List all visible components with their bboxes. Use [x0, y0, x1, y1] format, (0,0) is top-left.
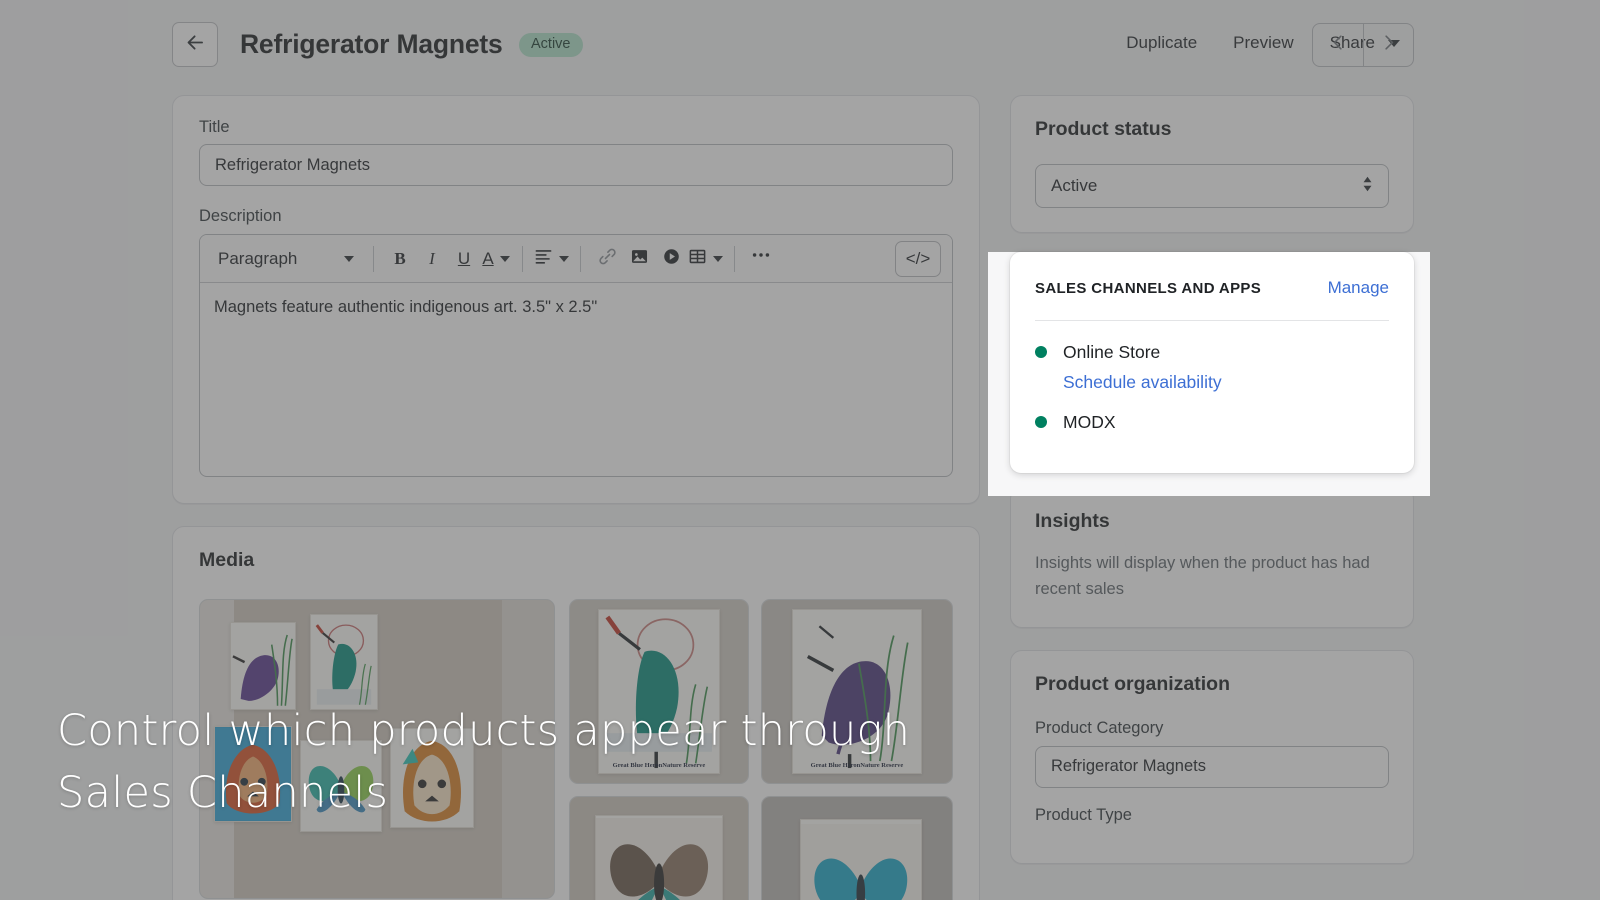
underline-button[interactable]: U — [449, 242, 479, 276]
insights-card: Insights Insights will display when the … — [1010, 487, 1414, 628]
insights-heading: Insights — [1035, 510, 1110, 532]
channel-name: MODX — [1063, 411, 1116, 432]
chevron-left-icon — [1329, 33, 1348, 57]
chevron-right-icon — [1379, 33, 1398, 57]
product-organization-card: Product organization Product Category Re… — [1010, 649, 1414, 864]
product-status-select[interactable]: Active — [1035, 164, 1389, 208]
duplicate-button[interactable]: Duplicate — [1108, 27, 1215, 59]
insert-table-button[interactable] — [688, 242, 723, 276]
block-format-label: Paragraph — [218, 248, 298, 268]
description-editor: Paragraph B I U A </> Magnets feature au… — [199, 234, 953, 477]
block-format-dropdown[interactable]: Paragraph — [212, 242, 362, 276]
pagination — [1312, 23, 1414, 67]
product-organization-heading: Product organization — [1035, 672, 1230, 695]
video-icon — [662, 247, 681, 271]
image-icon — [630, 247, 649, 271]
title-input[interactable]: Refrigerator Magnets — [199, 144, 953, 186]
insert-video-button[interactable] — [656, 242, 686, 276]
toolbar-divider — [522, 245, 523, 272]
preview-button[interactable]: Preview — [1215, 27, 1311, 59]
instructional-caption: Control which products appear through Sa… — [57, 706, 911, 819]
product-category-input[interactable]: Refrigerator Magnets — [1035, 745, 1389, 788]
status-dot-icon — [1035, 416, 1047, 428]
toolbar-divider — [373, 245, 374, 272]
code-view-button[interactable]: </> — [895, 241, 941, 277]
back-button[interactable] — [172, 22, 218, 67]
product-status-value: Active — [1051, 176, 1098, 195]
page-title: Refrigerator Magnets — [240, 29, 503, 59]
channel-list: Online Store Schedule availability MODX — [1035, 339, 1389, 435]
popover-header: SALES CHANNELS AND APPS Manage — [1035, 278, 1389, 298]
description-body[interactable]: Magnets feature authentic indigenous art… — [200, 283, 952, 476]
page-header: Refrigerator Magnets Active Duplicate Pr… — [0, 0, 1600, 88]
insert-image-button[interactable] — [624, 242, 654, 276]
manage-link[interactable]: Manage — [1328, 278, 1389, 298]
status-dot-icon — [1035, 346, 1047, 358]
schedule-availability-link[interactable]: Schedule availability — [1063, 372, 1389, 393]
description-label: Description — [199, 207, 282, 225]
chevron-down-icon — [713, 255, 723, 262]
text-color-label: A — [482, 248, 494, 268]
insert-link-button[interactable] — [592, 242, 622, 276]
popover-divider — [1035, 320, 1389, 321]
select-chevrons-icon — [1362, 175, 1373, 198]
previous-product-button[interactable] — [1313, 24, 1363, 66]
link-icon — [598, 247, 617, 271]
arrow-left-icon — [185, 32, 206, 58]
chevron-down-icon — [559, 255, 569, 262]
product-status-heading: Product status — [1035, 118, 1172, 140]
status-badge: Active — [519, 33, 583, 57]
align-button[interactable] — [534, 242, 569, 276]
bold-button[interactable]: B — [385, 242, 415, 276]
channel-name: Online Store — [1063, 341, 1161, 362]
product-details-card: Title Refrigerator Magnets Description P… — [172, 95, 980, 504]
product-category-label: Product Category — [1035, 718, 1164, 737]
product-status-card: Product status Active — [1010, 95, 1414, 233]
editor-toolbar: Paragraph B I U A </> — [200, 235, 952, 283]
list-item[interactable]: Online Store — [1035, 339, 1389, 365]
sales-channels-popover: SALES CHANNELS AND APPS Manage Online St… — [1010, 252, 1414, 473]
table-icon — [688, 247, 707, 271]
list-item[interactable]: MODX — [1035, 409, 1389, 435]
title-label: Title — [199, 118, 230, 136]
chevron-down-icon — [344, 255, 354, 262]
italic-button[interactable]: I — [417, 242, 447, 276]
more-options-button[interactable]: ellipsis-icon — [746, 242, 776, 276]
media-heading: Media — [199, 549, 255, 571]
insights-empty-text: Insights will display when the product h… — [1035, 554, 1370, 599]
align-left-icon — [534, 247, 553, 271]
product-type-label: Product Type — [1035, 805, 1132, 824]
popover-title: SALES CHANNELS AND APPS — [1035, 280, 1262, 297]
text-color-button[interactable]: A — [481, 242, 511, 276]
chevron-down-icon — [499, 255, 510, 262]
toolbar-divider — [734, 245, 735, 272]
toolbar-divider — [580, 245, 581, 272]
next-product-button[interactable] — [1363, 24, 1413, 66]
